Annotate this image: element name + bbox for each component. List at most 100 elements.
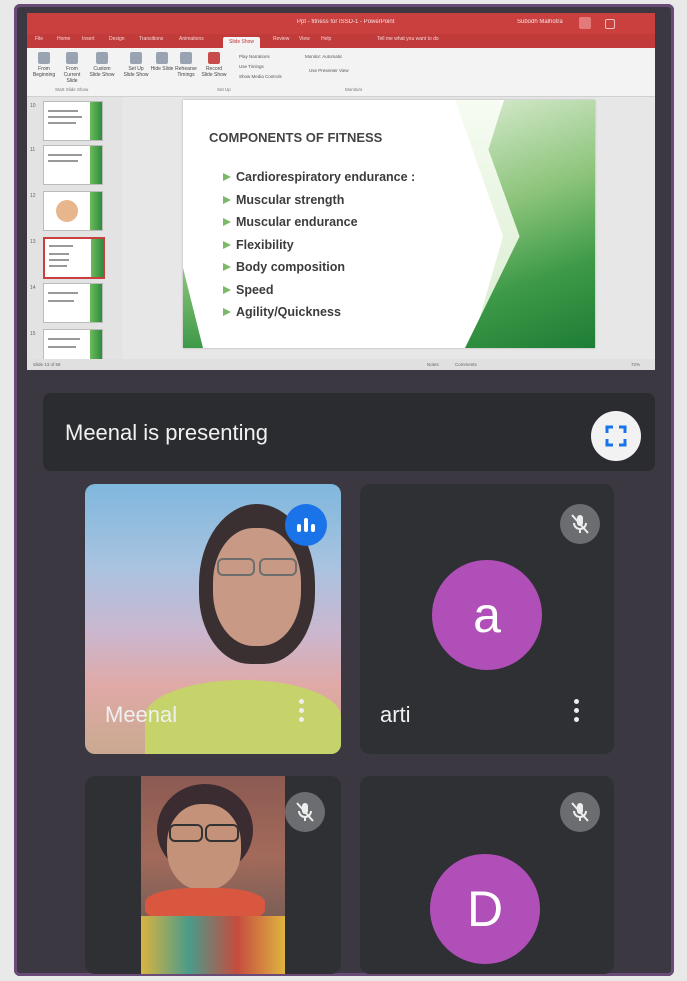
participant-tile-d[interactable]: D [360, 776, 614, 974]
zoom-level[interactable]: 72% [631, 362, 640, 367]
group-label: Set Up [217, 87, 231, 92]
participant-tile-meenal[interactable]: Meenal [85, 484, 341, 754]
bullet-text: Muscular endurance [236, 215, 358, 229]
tab-view[interactable]: View [299, 36, 310, 46]
presenting-banner: Meenal is presenting [43, 393, 655, 471]
fullscreen-button[interactable] [591, 411, 641, 461]
comments-button[interactable]: Comments [455, 362, 477, 367]
rehearse-timings-button[interactable]: Rehearse Timings [173, 52, 199, 84]
bullet-text: Flexibility [236, 237, 294, 252]
bullet-text: Agility/Quickness [236, 305, 341, 319]
bullet-item: Cardiorespiratory endurance : [223, 170, 415, 193]
bullet-text: Body composition [236, 260, 346, 274]
slide-thumbnail[interactable] [43, 101, 103, 141]
thumbnail-number: 15 [30, 331, 36, 337]
group-label: Start Slide Show [55, 87, 89, 92]
participant-name: arti [380, 702, 411, 727]
bullet-arrow-icon [223, 240, 231, 249]
ribbon: From Beginning From Current Slide Custom… [27, 48, 655, 97]
show-media-controls-checkbox[interactable]: Show Media Controls [239, 74, 282, 79]
user-name: Subodh Malhotra [517, 19, 563, 25]
thumbnail-number: 11 [30, 147, 36, 153]
presenting-text: Meenal is presenting [65, 420, 269, 445]
user-avatar [579, 17, 591, 29]
tab-help[interactable]: Help [321, 36, 331, 46]
slide-thumbnail[interactable] [43, 283, 103, 323]
setup-icon [130, 52, 142, 64]
avatar: D [430, 854, 540, 964]
participant-tile-arti[interactable]: a arti [360, 484, 614, 754]
bullet-list: Cardiorespiratory endurance : Muscular s… [223, 170, 415, 328]
title-bar: Ppt - fitness for ISSD-1 - PowerPoint Su… [27, 13, 655, 34]
monitor-select[interactable]: Monitor: Automatic [305, 54, 342, 59]
custom-slide-show-button[interactable]: Custom Slide Show [89, 52, 115, 84]
button-label: From Beginning [32, 66, 56, 78]
thumbnail-number: 14 [30, 285, 36, 291]
mic-off-icon [560, 792, 600, 832]
bullet-arrow-icon [223, 263, 231, 271]
more-options-icon[interactable] [299, 699, 304, 726]
timer-icon [180, 52, 192, 64]
presenter-view-checkbox[interactable]: Use Presenter View [309, 68, 349, 73]
bullet-arrow-icon [223, 195, 231, 204]
bullet-item: Body composition [223, 260, 415, 283]
button-label: Custom Slide Show [89, 66, 115, 78]
bullet-arrow-icon [223, 218, 231, 226]
current-slide[interactable]: COMPONENTS OF FITNESS Cardiorespiratory … [183, 100, 595, 348]
play-icon [38, 52, 50, 64]
fullscreen-icon [605, 425, 627, 447]
tell-me-search[interactable]: Tell me what you want to do [377, 36, 439, 46]
button-label: From Current Slide [63, 66, 81, 84]
more-options-icon[interactable] [574, 699, 579, 726]
tab-review[interactable]: Review [273, 36, 289, 46]
slide-thumbnail-pane: 10 11 12 13 14 15 [27, 97, 122, 369]
slide-count: Slide 13 of 58 [33, 362, 61, 367]
slide-thumbnail[interactable] [43, 145, 103, 185]
tab-design[interactable]: Design [109, 36, 125, 46]
tab-slide-show[interactable]: Slide Show [223, 37, 261, 48]
mic-off-icon [560, 504, 600, 544]
hide-slide-icon [156, 52, 168, 64]
bullet-item: Speed [223, 283, 415, 306]
bullet-text: Muscular strength [236, 192, 345, 207]
thumbnail-number: 10 [30, 103, 36, 109]
speaking-indicator-icon [285, 504, 327, 546]
ribbon-tabs: File Home Insert Design Transitions Anim… [27, 34, 655, 48]
bullet-text: Speed [236, 282, 274, 297]
participant-video [141, 776, 285, 974]
record-slide-show-button[interactable]: Record Slide Show [201, 52, 227, 84]
minimize-icon[interactable] [605, 19, 615, 29]
participant-tile-3[interactable] [85, 776, 341, 974]
from-current-slide-button[interactable]: From Current Slide [59, 52, 85, 84]
custom-show-icon [96, 52, 108, 64]
button-label: Hide Slide [150, 66, 174, 72]
mic-off-icon [285, 792, 325, 832]
group-label: Monitors [345, 87, 363, 92]
slide-thumbnail[interactable] [43, 191, 103, 231]
from-beginning-button[interactable]: From Beginning [31, 52, 57, 84]
tab-transitions[interactable]: Transitions [139, 36, 163, 46]
bullet-item: Muscular strength [223, 193, 415, 216]
thumbnail-number: 12 [30, 193, 36, 199]
bullet-item: Agility/Quickness [223, 305, 415, 328]
bullet-item: Muscular endurance [223, 215, 415, 238]
tab-home[interactable]: Home [57, 36, 70, 46]
slide-decoration [183, 268, 203, 348]
tab-insert[interactable]: Insert [82, 36, 95, 46]
button-label: Set Up Slide Show [123, 66, 149, 78]
set-up-slide-show-button[interactable]: Set Up Slide Show [123, 52, 149, 84]
notes-button[interactable]: Notes [427, 362, 439, 367]
hide-slide-button[interactable]: Hide Slide [149, 52, 175, 84]
avatar: a [432, 560, 542, 670]
slide-thumbnail-selected[interactable] [43, 237, 105, 279]
record-icon [208, 52, 220, 64]
tab-file[interactable]: File [35, 36, 43, 46]
tab-animations[interactable]: Animations [179, 36, 204, 46]
bullet-arrow-icon [223, 173, 231, 181]
thumbnail-number: 13 [30, 239, 36, 245]
bullet-arrow-icon [223, 308, 231, 316]
participant-name: Meenal [105, 702, 178, 727]
bullet-text: Cardiorespiratory endurance : [236, 170, 416, 184]
play-narrations-checkbox[interactable]: Play Narrations [239, 54, 270, 59]
use-timings-checkbox[interactable]: Use Timings [239, 64, 264, 69]
